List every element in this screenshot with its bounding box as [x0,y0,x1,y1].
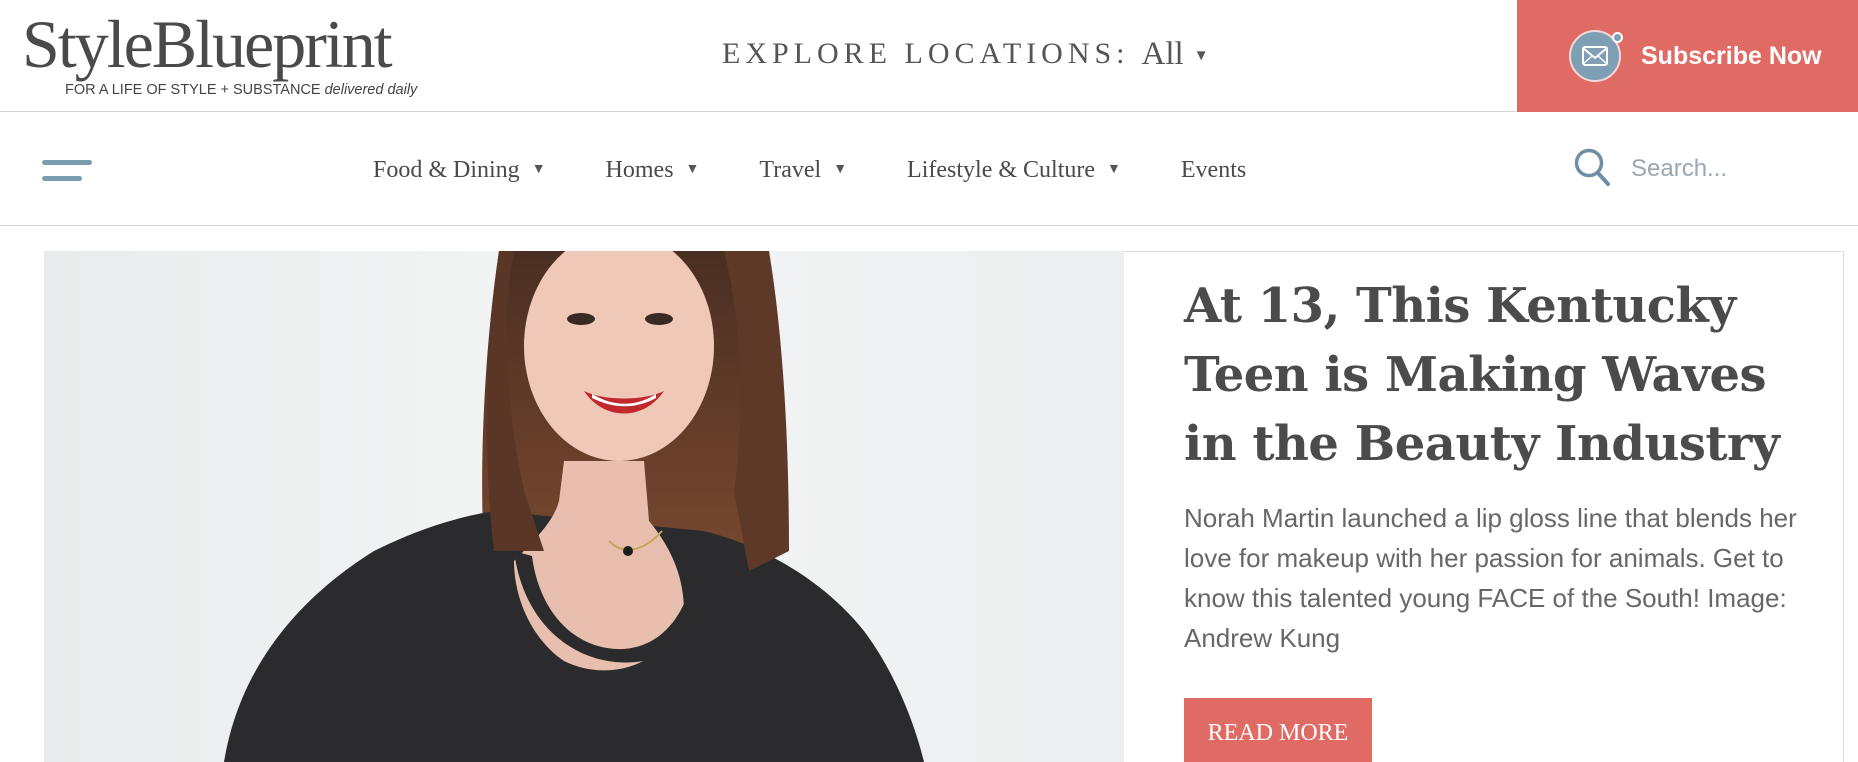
explore-locations-value: All [1141,35,1184,72]
search-icon-svg [1574,148,1610,186]
nav-item-homes[interactable]: Homes ▼ [606,157,700,184]
hero-photo-illustration [44,251,1124,762]
caret-down-icon: ▼ [531,162,546,177]
hero-image[interactable] [44,251,1124,762]
caret-down-icon: ▼ [685,162,700,177]
caret-down-icon: ▼ [1107,162,1121,177]
read-more-button[interactable]: READ MORE [1184,698,1372,762]
main-navigation: Food & Dining ▼ Homes ▼ Travel ▼ Lifesty… [0,112,1858,226]
search-input[interactable] [1631,155,1831,183]
logo-tagline: FOR A LIFE OF STYLE + SUBSTANCE delivere… [65,82,417,98]
caret-down-icon: ▼ [833,162,848,177]
nav-item-lifestyle-culture[interactable]: Lifestyle & Culture ▼ [907,157,1121,184]
nav-item-travel[interactable]: Travel ▼ [759,157,847,184]
top-header: StyleBlueprint FOR A LIFE OF STYLE + SUB… [0,0,1858,112]
subscribe-button[interactable]: Subscribe Now [1517,0,1858,112]
featured-article-card: At 13, This Kentucky Teen is Making Wave… [1124,251,1844,762]
mail-icon [1569,30,1623,82]
notification-dot [1612,32,1623,43]
nav-item-label: Travel [759,156,822,183]
nav-item-food-dining[interactable]: Food & Dining ▼ [373,157,546,184]
article-description: Norah Martin launched a lip gloss line t… [1184,503,1797,653]
nav-item-label: Events [1180,156,1247,183]
article-title[interactable]: At 13, This Kentucky Teen is Making Wave… [1184,272,1824,479]
hamburger-line-bottom [42,176,82,181]
search-box [1573,148,1831,190]
nav-menu: Food & Dining ▼ Homes ▼ Travel ▼ Lifesty… [373,150,1306,190]
subscribe-label: Subscribe Now [1641,41,1822,70]
site-logo[interactable]: StyleBlueprint FOR A LIFE OF STYLE + SUB… [22,4,422,104]
hamburger-icon[interactable] [42,156,92,186]
nav-item-label: Homes [605,156,674,183]
nav-item-label: Food & Dining [373,156,520,183]
hamburger-line-top [42,160,92,165]
nav-item-label: Lifestyle & Culture [907,156,1096,183]
explore-locations-label: EXPLORE LOCATIONS: [722,37,1130,70]
caret-down-icon: ▼ [1193,46,1209,64]
envelope-svg [1582,46,1608,66]
logo-wordmark: StyleBlueprint [22,6,393,82]
explore-locations-dropdown[interactable]: EXPLORE LOCATIONS: All ▼ [722,34,1209,74]
tagline-emphasis: delivered daily [324,82,418,98]
search-icon[interactable] [1573,147,1611,192]
nav-item-events[interactable]: Events [1181,157,1246,184]
tagline-main: FOR A LIFE OF STYLE + SUBSTANCE [65,82,325,98]
